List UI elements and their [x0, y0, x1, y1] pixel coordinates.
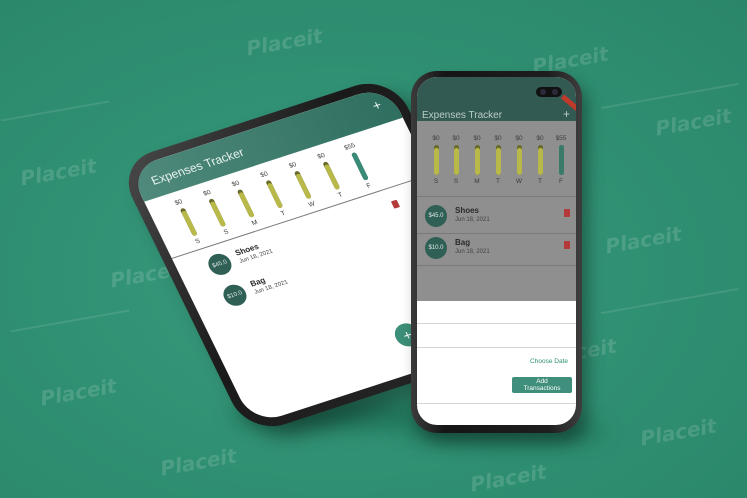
plus-icon[interactable]: + — [563, 107, 570, 121]
bar-amount: $0 — [259, 170, 270, 180]
transaction-name: Shoes — [455, 206, 480, 215]
amount-avatar: $45.0 — [204, 251, 236, 278]
bar-amount: $0 — [432, 135, 440, 142]
bar-day: S — [194, 237, 202, 246]
bar-fill — [558, 145, 564, 175]
bar-fill — [495, 148, 501, 175]
bar-track — [264, 179, 283, 209]
bar-day: F — [559, 178, 563, 185]
bar-track — [433, 145, 439, 175]
transaction-item[interactable]: $10.0 Bag Jun 18, 2021 — [425, 237, 570, 267]
choose-date-button[interactable]: Choose Date — [530, 358, 568, 365]
chart-bar: $0 M — [468, 135, 486, 185]
phone-straight: Expenses Tracker + $0 S $0 S $0 M $0 T $… — [411, 71, 582, 433]
bar-fill — [433, 148, 439, 175]
amount-avatar: $10.0 — [425, 237, 447, 259]
transaction-item[interactable]: $45.0 Shoes Jun 18, 2021 — [425, 205, 570, 235]
chart-bar: $0 T — [489, 135, 507, 185]
chart-bar: $55 F — [340, 141, 379, 192]
bar-amount: $55 — [343, 142, 357, 152]
delete-icon[interactable] — [564, 241, 570, 249]
chart-bar: $0 W — [510, 135, 528, 185]
bar-day: T — [538, 178, 542, 185]
bar-amount: $0 — [536, 135, 544, 142]
chart-bar: $0 S — [447, 135, 465, 185]
bar-track — [179, 207, 198, 237]
bar-track — [474, 145, 480, 175]
bar-amount: $0 — [494, 135, 502, 142]
bar-amount: $0 — [202, 189, 213, 198]
add-transactions-button[interactable]: Add Transactions — [512, 377, 572, 393]
plus-icon[interactable]: + — [369, 97, 384, 114]
transaction-date: Jun 18, 2021 — [455, 249, 490, 255]
dimmed-content: $0 S $0 S $0 M $0 T $0 W $0 T $55 F $45.… — [417, 121, 576, 301]
transaction-name: Bag — [455, 238, 471, 247]
chart-bar: $55 F — [552, 135, 570, 185]
bar-track — [453, 145, 459, 175]
bar-fill — [209, 201, 226, 228]
bar-track — [207, 198, 226, 228]
bar-fill — [350, 152, 369, 181]
divider — [417, 233, 576, 234]
camera-icon — [552, 89, 558, 95]
bar-fill — [294, 173, 312, 200]
phone-screen: Expenses Tracker + $0 S $0 S $0 M $0 T $… — [417, 77, 576, 425]
amount-input[interactable] — [417, 347, 576, 348]
bar-fill — [537, 148, 543, 175]
bar-track — [558, 145, 564, 175]
bar-amount: $0 — [230, 179, 241, 189]
transaction-date: Jun 18, 2021 — [455, 217, 490, 223]
bar-track — [236, 189, 255, 218]
bar-amount: $0 — [287, 161, 298, 170]
bar-track — [495, 145, 501, 175]
delete-icon[interactable] — [390, 199, 401, 209]
bar-amount: $55 — [555, 135, 567, 142]
bar-amount: $0 — [173, 198, 184, 207]
bar-fill — [237, 191, 255, 218]
bar-day: M — [474, 178, 480, 185]
bar-fill — [266, 182, 283, 209]
bar-amount: $0 — [316, 151, 327, 161]
bar-day: S — [433, 178, 439, 185]
amount-avatar: $45.0 — [425, 205, 447, 227]
divider — [417, 403, 576, 404]
bar-day: T — [496, 178, 500, 185]
chart-bar: $0 S — [427, 135, 445, 185]
bar-fill — [323, 164, 340, 191]
bar-amount: $0 — [515, 135, 523, 142]
divider — [417, 196, 576, 197]
app-title: Expenses Tracker — [422, 110, 503, 121]
bar-day: M — [250, 219, 259, 228]
bar-fill — [474, 148, 480, 175]
bar-day: S — [453, 178, 459, 185]
app-bar: Expenses Tracker + — [417, 77, 576, 121]
bar-day: S — [222, 228, 230, 237]
bar-track — [293, 170, 312, 200]
camera-notch — [536, 87, 562, 97]
bar-amount: $0 — [452, 135, 460, 142]
bar-track — [350, 152, 369, 181]
bar-amount: $0 — [473, 135, 481, 142]
title-input[interactable] — [417, 323, 576, 324]
bar-day: F — [365, 182, 373, 190]
bar-track — [537, 145, 543, 175]
bar-fill — [180, 210, 198, 237]
bar-day: T — [279, 210, 287, 218]
bar-fill — [516, 148, 522, 175]
bar-track — [516, 145, 522, 175]
camera-icon — [540, 89, 546, 95]
bar-track — [321, 161, 340, 191]
divider — [417, 265, 576, 266]
amount-avatar: $10.0 — [219, 281, 251, 309]
bar-day: W — [515, 178, 523, 185]
bar-day: T — [336, 191, 344, 200]
delete-icon[interactable] — [564, 209, 570, 217]
chart-bar: $0 T — [531, 135, 549, 185]
bar-day: W — [307, 200, 317, 209]
bar-fill — [453, 148, 459, 175]
